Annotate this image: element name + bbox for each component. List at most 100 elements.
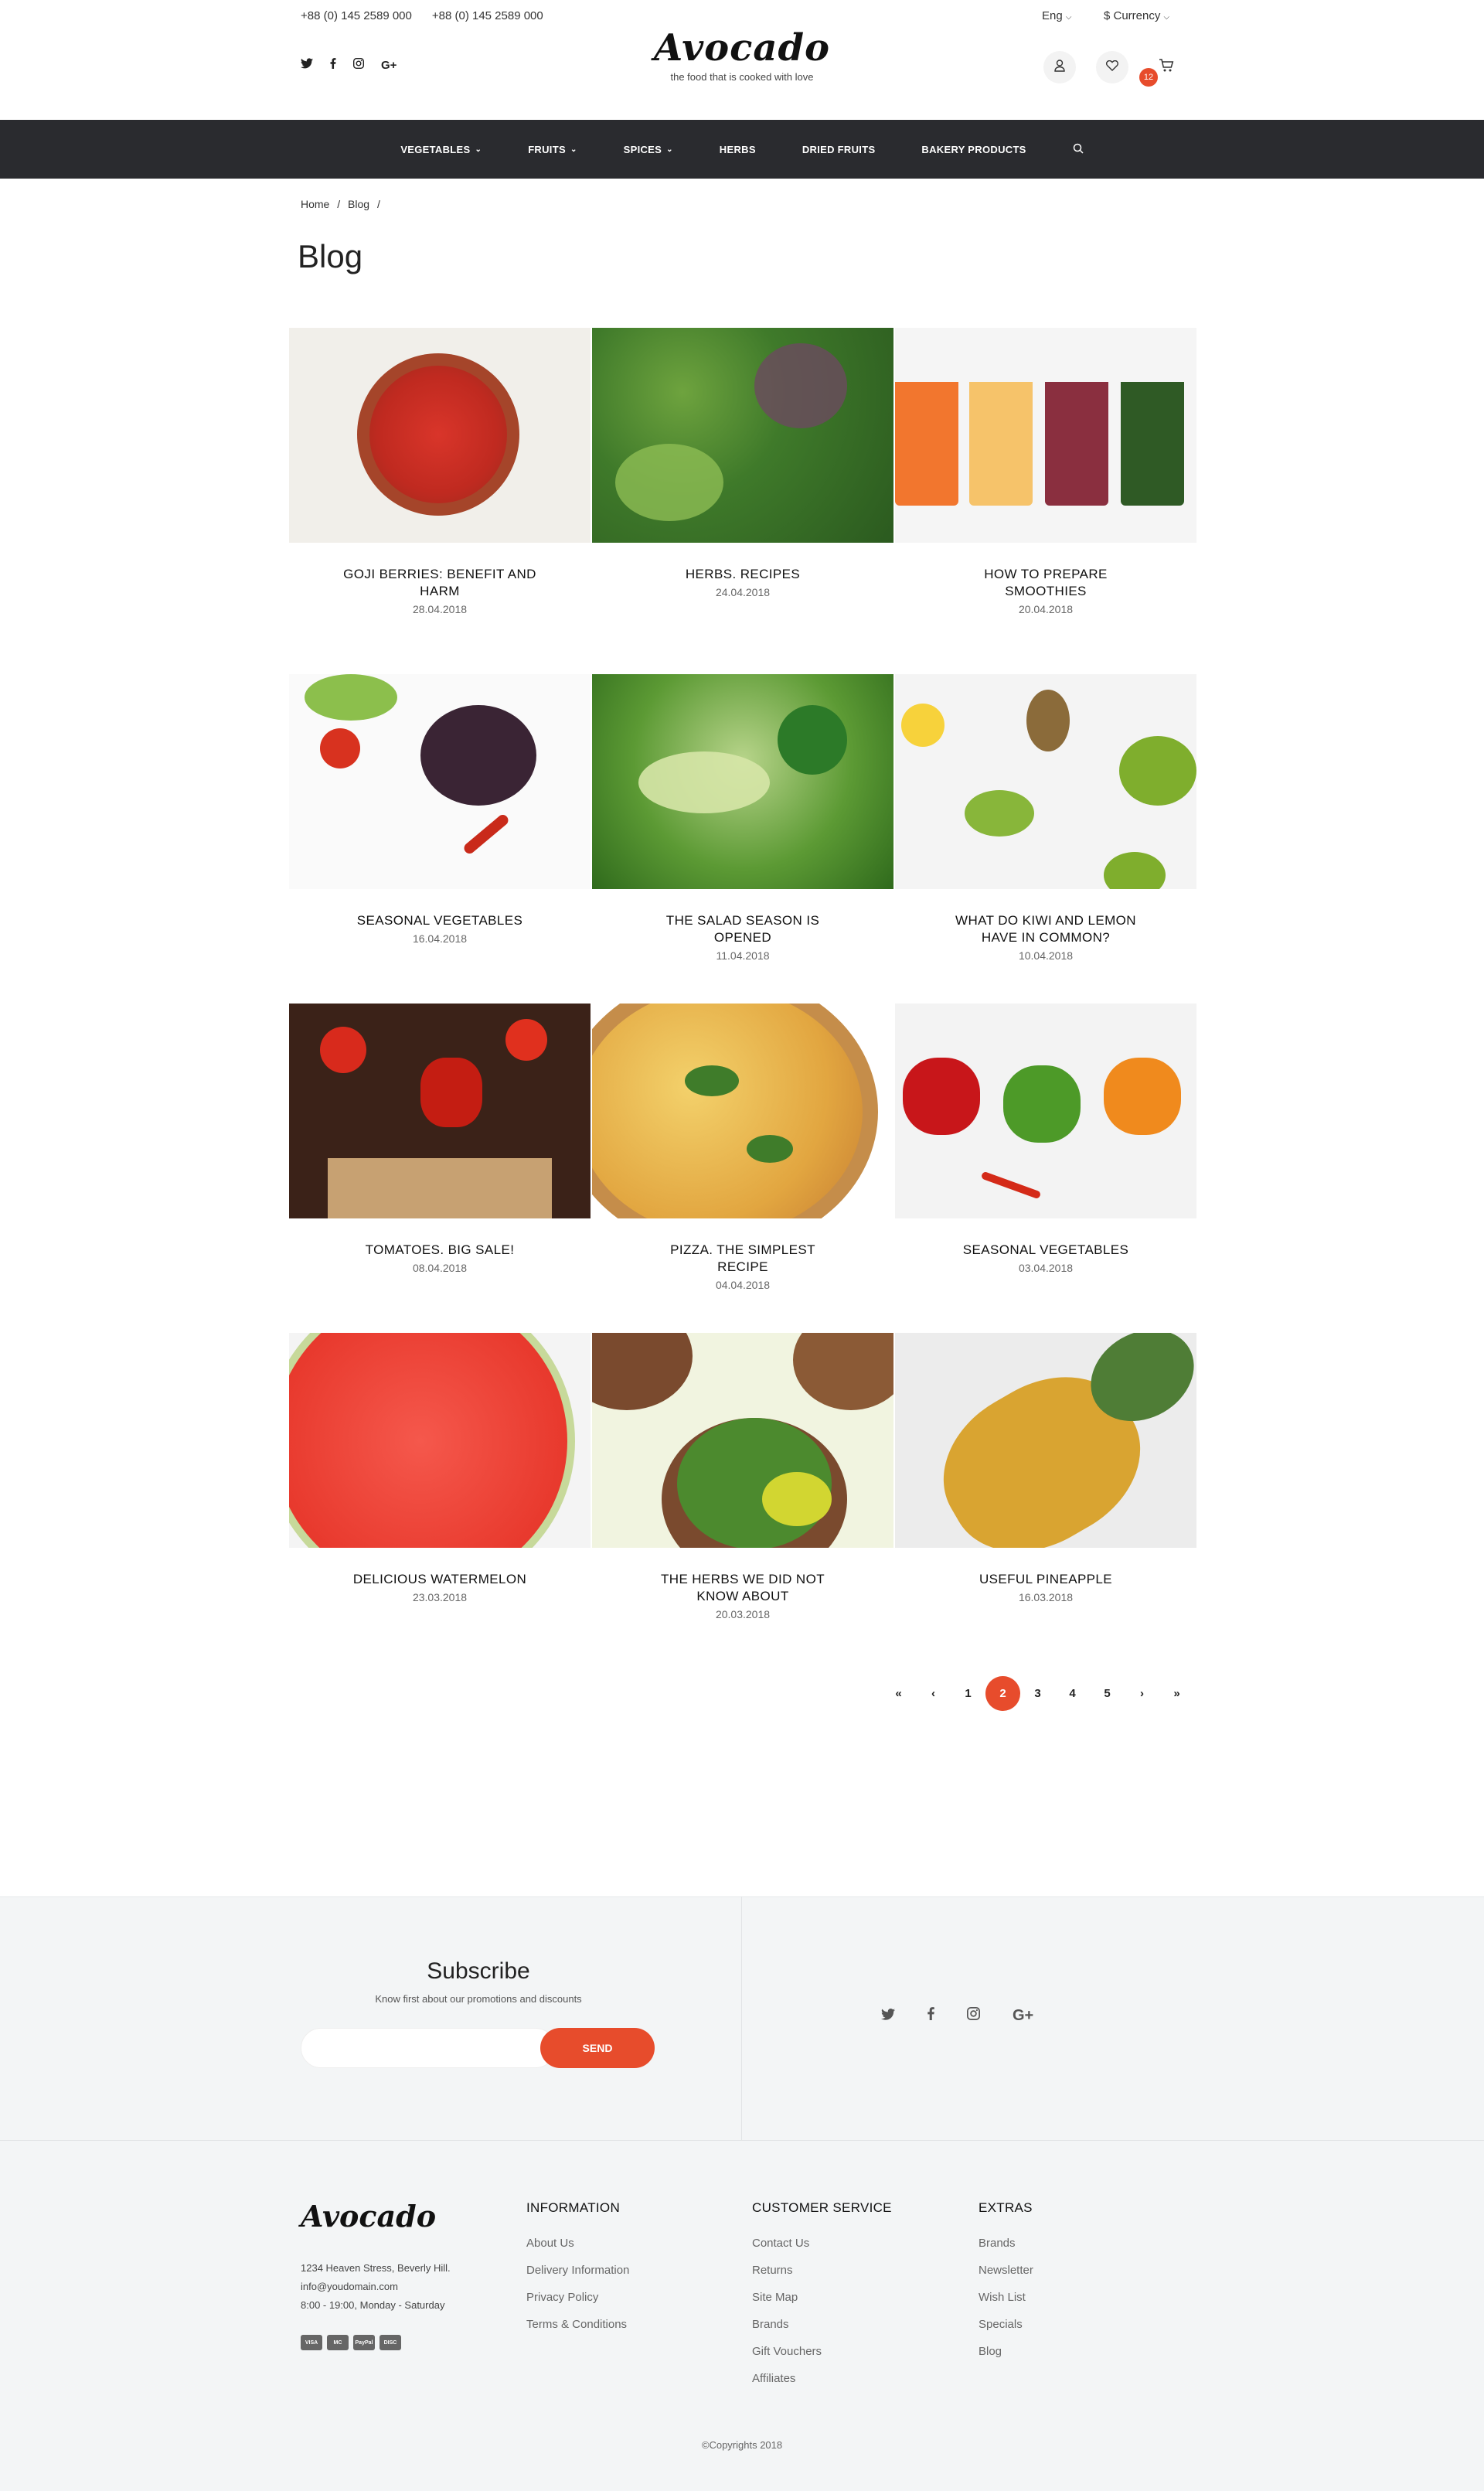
footer-column-title: CUSTOMER SERVICE bbox=[752, 2200, 892, 2215]
footer-column-information: INFORMATION About Us Delivery Informatio… bbox=[526, 2200, 629, 2338]
instagram-icon[interactable] bbox=[967, 2007, 980, 2025]
footer-address: 1234 Heaven Stress, Beverly Hill. bbox=[301, 2262, 451, 2274]
blog-post-card[interactable]: HOW TO PREPARE SMOOTHIES 20.04.2018 bbox=[895, 328, 1196, 615]
pagination-page-4[interactable]: 4 bbox=[1055, 1676, 1090, 1711]
pagination-prev-button[interactable]: ‹ bbox=[916, 1676, 951, 1711]
pagination-page-5[interactable]: 5 bbox=[1090, 1676, 1125, 1711]
post-image-vegetables[interactable] bbox=[289, 674, 591, 889]
nav-item-dried-fruits[interactable]: DRIED FRUITS bbox=[802, 144, 876, 155]
footer-link[interactable]: Affiliates bbox=[752, 2365, 892, 2392]
footer-logo[interactable]: Avocado bbox=[301, 2199, 436, 2234]
post-image-peppers[interactable] bbox=[895, 1004, 1196, 1218]
post-date: 28.04.2018 bbox=[412, 603, 468, 615]
post-date: 20.03.2018 bbox=[715, 1608, 771, 1620]
post-title[interactable]: USEFUL PINEAPPLE bbox=[895, 1571, 1196, 1588]
site-logo[interactable]: Avocado the food that is cooked with lov… bbox=[0, 26, 1484, 83]
nav-label: FRUITS bbox=[528, 143, 566, 155]
nav-label: BAKERY PRODUCTS bbox=[921, 143, 1026, 155]
blog-post-card[interactable]: DELICIOUS WATERMELON 23.03.2018 bbox=[289, 1333, 591, 1603]
facebook-icon[interactable] bbox=[928, 2007, 934, 2025]
blog-post-card[interactable]: THE SALAD SEASON IS OPENED 11.04.2018 bbox=[592, 674, 893, 962]
post-image-pineapple[interactable] bbox=[895, 1333, 1196, 1548]
pagination-next-button[interactable]: › bbox=[1125, 1676, 1159, 1711]
post-title[interactable]: PIZZA. THE SIMPLEST RECIPE bbox=[592, 1242, 893, 1276]
breadcrumb-current[interactable]: Blog bbox=[348, 198, 369, 210]
nav-search-button[interactable] bbox=[1073, 143, 1084, 156]
post-image-salad[interactable] bbox=[592, 674, 893, 889]
nav-label: DRIED FRUITS bbox=[802, 143, 876, 155]
nav-item-vegetables[interactable]: VEGETABLES ⌄ bbox=[400, 144, 482, 155]
blog-post-card[interactable]: TOMATOES. BIG SALE! 08.04.2018 bbox=[289, 1004, 591, 1274]
footer-link[interactable]: Returns bbox=[752, 2257, 892, 2284]
pagination-page-1[interactable]: 1 bbox=[951, 1676, 985, 1711]
post-date: 20.04.2018 bbox=[1018, 603, 1074, 615]
post-image-kiwi[interactable] bbox=[895, 674, 1196, 889]
pagination-last-button[interactable]: » bbox=[1159, 1676, 1194, 1711]
phone-1[interactable]: +88 (0) 145 2589 000 bbox=[301, 9, 412, 22]
footer-link[interactable]: Gift Vouchers bbox=[752, 2338, 892, 2365]
google-plus-icon[interactable]: G+ bbox=[1013, 2007, 1033, 2025]
post-image-tomatoes[interactable] bbox=[289, 1004, 591, 1218]
post-title[interactable]: SEASONAL VEGETABLES bbox=[895, 1242, 1196, 1259]
breadcrumb-separator: / bbox=[376, 198, 380, 210]
post-title[interactable]: HERBS. RECIPES bbox=[592, 566, 893, 583]
pagination-first-button[interactable]: « bbox=[881, 1676, 916, 1711]
footer-link[interactable]: Delivery Information bbox=[526, 2257, 629, 2284]
subscribe-send-button[interactable]: SEND bbox=[540, 2028, 655, 2068]
footer-column-customer-service: CUSTOMER SERVICE Contact Us Returns Site… bbox=[752, 2200, 892, 2392]
currency-selector[interactable]: $ Currency ⌵ bbox=[1104, 9, 1169, 22]
blog-post-card[interactable]: PIZZA. THE SIMPLEST RECIPE 04.04.2018 bbox=[592, 1004, 893, 1291]
footer-link[interactable]: Site Map bbox=[752, 2284, 892, 2311]
post-title[interactable]: THE HERBS WE DID NOT KNOW ABOUT bbox=[592, 1571, 893, 1605]
footer-link[interactable]: Terms & Conditions bbox=[526, 2311, 629, 2338]
pagination-page-3[interactable]: 3 bbox=[1020, 1676, 1055, 1711]
post-image-herbs-pots[interactable] bbox=[592, 1333, 893, 1548]
nav-item-spices[interactable]: SPICES ⌄ bbox=[624, 144, 673, 155]
blog-post-card[interactable]: GOJI BERRIES: BENEFIT AND HARM 28.04.201… bbox=[289, 328, 591, 615]
footer-email[interactable]: info@youdomain.com bbox=[301, 2278, 451, 2296]
pagination: « ‹ 1 2 3 4 5 › » bbox=[881, 1676, 1194, 1711]
post-title[interactable]: GOJI BERRIES: BENEFIT AND HARM bbox=[289, 566, 591, 600]
footer-link[interactable]: About Us bbox=[526, 2230, 629, 2257]
post-image-goji[interactable] bbox=[289, 328, 591, 543]
language-selector[interactable]: Eng ⌵ bbox=[1042, 9, 1071, 22]
nav-item-bakery-products[interactable]: BAKERY PRODUCTS bbox=[921, 144, 1026, 155]
footer-link[interactable]: Brands bbox=[752, 2311, 892, 2338]
nav-item-herbs[interactable]: HERBS bbox=[720, 144, 756, 155]
post-title[interactable]: TOMATOES. BIG SALE! bbox=[289, 1242, 591, 1259]
footer-link[interactable]: Specials bbox=[979, 2311, 1033, 2338]
post-title[interactable]: SEASONAL VEGETABLES bbox=[289, 912, 591, 929]
footer-link[interactable]: Newsletter bbox=[979, 2257, 1033, 2284]
chevron-down-icon: ⌄ bbox=[570, 145, 577, 154]
breadcrumb-home[interactable]: Home bbox=[301, 198, 329, 210]
account-button[interactable] bbox=[1043, 51, 1076, 83]
post-title[interactable]: DELICIOUS WATERMELON bbox=[289, 1571, 591, 1588]
twitter-icon[interactable] bbox=[881, 2007, 895, 2025]
footer-link[interactable]: Contact Us bbox=[752, 2230, 892, 2257]
post-title[interactable]: WHAT DO KIWI AND LEMON HAVE IN COMMON? bbox=[895, 912, 1196, 946]
subscribe-email-input[interactable] bbox=[301, 2028, 556, 2068]
post-title[interactable]: THE SALAD SEASON IS OPENED bbox=[592, 912, 893, 946]
post-image-watermelon[interactable] bbox=[289, 1333, 591, 1548]
footer-hours: 8:00 - 19:00, Monday - Saturday bbox=[301, 2299, 445, 2311]
footer-link[interactable]: Wish List bbox=[979, 2284, 1033, 2311]
cart-icon bbox=[1159, 58, 1174, 77]
blog-post-card[interactable]: SEASONAL VEGETABLES 03.04.2018 bbox=[895, 1004, 1196, 1274]
nav-item-fruits[interactable]: FRUITS ⌄ bbox=[528, 144, 577, 155]
post-title[interactable]: HOW TO PREPARE SMOOTHIES bbox=[895, 566, 1196, 600]
footer-link[interactable]: Privacy Policy bbox=[526, 2284, 629, 2311]
blog-post-card[interactable]: THE HERBS WE DID NOT KNOW ABOUT 20.03.20… bbox=[592, 1333, 893, 1620]
post-image-pizza[interactable] bbox=[592, 1004, 893, 1218]
blog-post-card[interactable]: SEASONAL VEGETABLES 16.04.2018 bbox=[289, 674, 591, 945]
pagination-page-2-current[interactable]: 2 bbox=[985, 1676, 1020, 1711]
post-image-herbs[interactable] bbox=[592, 328, 893, 543]
post-image-smoothies[interactable] bbox=[895, 328, 1196, 543]
wishlist-button[interactable] bbox=[1096, 51, 1128, 83]
post-date: 11.04.2018 bbox=[716, 949, 770, 962]
blog-post-card[interactable]: HERBS. RECIPES 24.04.2018 bbox=[592, 328, 893, 598]
blog-post-card[interactable]: WHAT DO KIWI AND LEMON HAVE IN COMMON? 1… bbox=[895, 674, 1196, 962]
footer-link[interactable]: Blog bbox=[979, 2338, 1033, 2365]
blog-post-card[interactable]: USEFUL PINEAPPLE 16.03.2018 bbox=[895, 1333, 1196, 1603]
phone-2[interactable]: +88 (0) 145 2589 000 bbox=[432, 9, 543, 22]
footer-link[interactable]: Brands bbox=[979, 2230, 1033, 2257]
